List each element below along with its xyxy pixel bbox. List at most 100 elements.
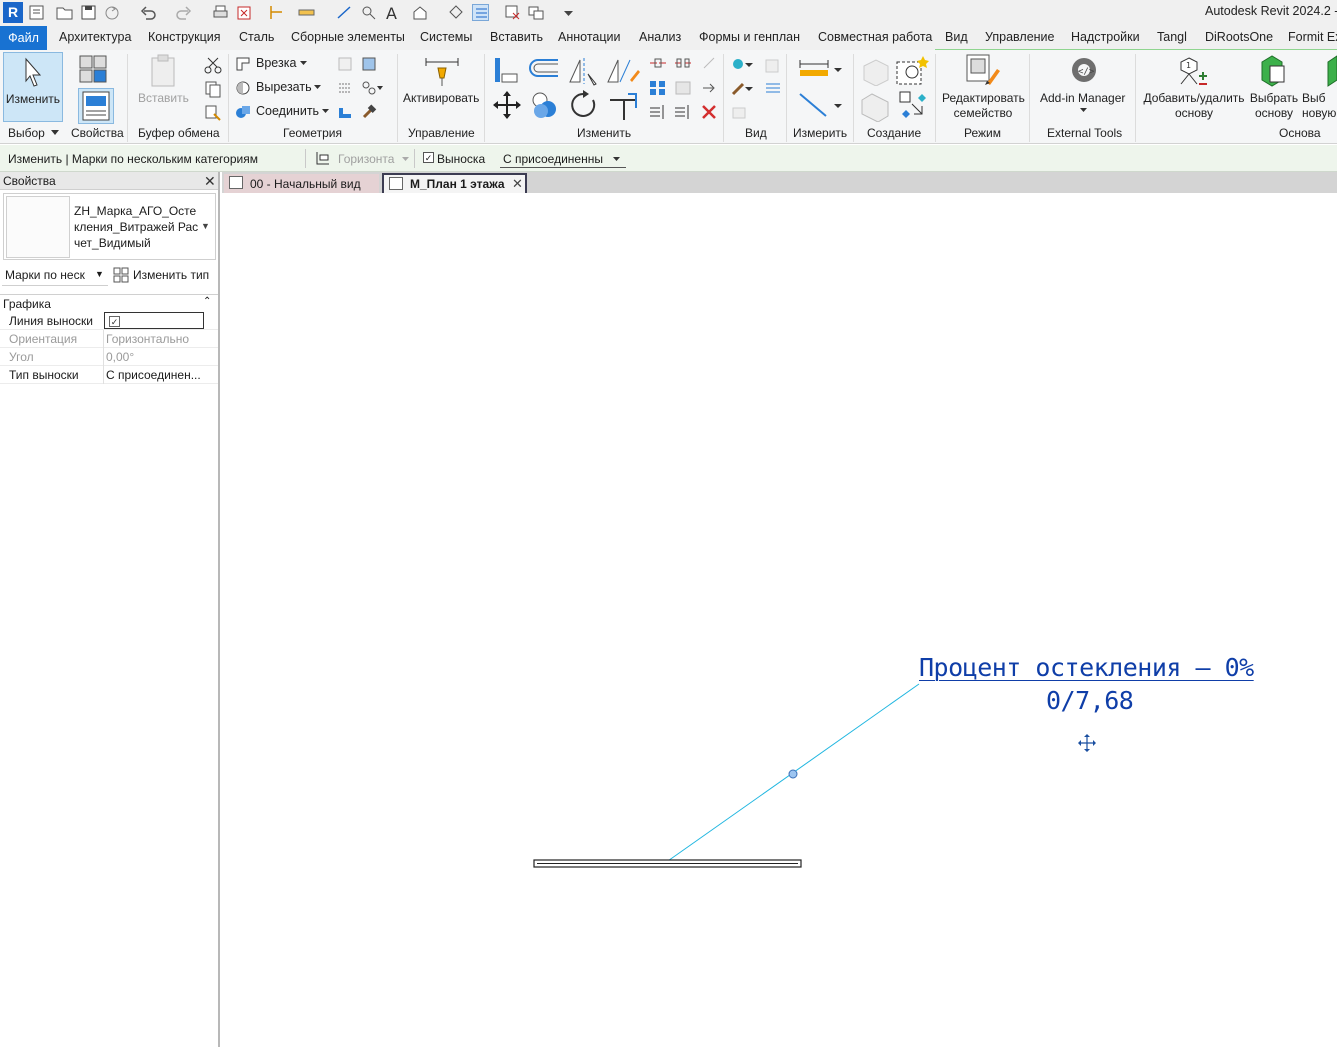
wall-joins-icon[interactable] [337, 56, 353, 72]
join-label[interactable]: Соединить [256, 104, 319, 118]
move-grip-icon[interactable] [1078, 734, 1096, 752]
linework-icon[interactable] [731, 80, 753, 98]
create-parts-icon[interactable] [858, 92, 892, 122]
attachment-select[interactable]: С присоединенны [503, 152, 603, 166]
sync-icon[interactable] [104, 4, 121, 21]
tag-label-glazing-percent[interactable]: Процент остекления – 0% [919, 653, 1254, 682]
type-dropdown-icon[interactable]: ▼ [201, 221, 210, 231]
type-selector[interactable]: ZH_Марка_АГО_Остекления_Витражей Расчет_… [3, 193, 216, 260]
offset-icon[interactable] [528, 58, 562, 82]
tab-manage[interactable]: Управление [985, 30, 1055, 44]
section-icon[interactable] [448, 4, 465, 21]
redo-icon[interactable] [175, 4, 192, 21]
tab-view[interactable]: Вид [945, 30, 968, 44]
switch-windows-icon[interactable] [528, 4, 545, 21]
tab-annotate[interactable]: Аннотации [558, 30, 620, 44]
measure-line-icon[interactable] [798, 90, 842, 120]
properties-button[interactable] [78, 88, 114, 124]
home-3d-icon[interactable] [412, 4, 429, 21]
tag-orientation-icon[interactable] [315, 151, 330, 165]
cut-dropdown-icon[interactable] [314, 85, 321, 89]
undo-icon[interactable] [140, 4, 157, 21]
tab-precast[interactable]: Сборные элементы [291, 30, 405, 44]
copy-element-icon[interactable] [530, 90, 562, 120]
tab-massing-site[interactable]: Формы и генплан [699, 30, 800, 44]
open-icon[interactable] [56, 4, 73, 21]
orientation-select[interactable]: Горизонта [338, 152, 394, 166]
copy-icon[interactable] [204, 80, 222, 98]
trim-icon[interactable] [649, 104, 667, 120]
orientation-dropdown-icon[interactable] [402, 157, 409, 161]
unpin-icon[interactable] [700, 56, 718, 70]
pin-icon[interactable] [700, 80, 718, 96]
addin-manager-icon[interactable]: </> [1068, 54, 1100, 86]
array-icon[interactable] [649, 80, 667, 96]
split-face-icon[interactable] [337, 80, 353, 96]
tab-file[interactable]: Файл [0, 26, 47, 50]
cope-icon[interactable] [235, 56, 251, 72]
close-icon[interactable]: ✕ [204, 173, 216, 190]
panel-select-label[interactable]: Выбор [8, 126, 45, 140]
customize-icon[interactable] [560, 4, 577, 21]
measure-distance-icon[interactable] [798, 58, 842, 80]
tab-tangl[interactable]: Tangl [1157, 30, 1187, 44]
create-assembly-icon[interactable] [860, 56, 892, 86]
cope-label[interactable]: Врезка [256, 56, 296, 70]
match-properties-icon[interactable] [204, 104, 222, 122]
tab-architecture[interactable]: Архитектура [59, 30, 131, 44]
create-group-icon[interactable] [895, 54, 931, 88]
join-dropdown-icon[interactable] [322, 109, 329, 113]
tab-insert[interactable]: Вставить [490, 30, 543, 44]
drawing-area[interactable]: Процент остекления – 0% 0/7,68 [222, 193, 1337, 1047]
tab-structure[interactable]: Конструкция [148, 30, 221, 44]
cut-icon[interactable] [204, 56, 222, 74]
rotate-icon[interactable] [569, 90, 599, 120]
close-view-icon[interactable] [236, 4, 253, 21]
revit-logo-icon[interactable]: R [3, 2, 23, 23]
filter-lines-icon[interactable] [764, 80, 782, 98]
tab-floor-plan[interactable]: М_План 1 этажа ✕ [382, 173, 527, 193]
group-graphics[interactable]: Графика ⌃ [0, 294, 218, 312]
tab-analyze[interactable]: Анализ [639, 30, 681, 44]
type-properties-icon[interactable] [78, 54, 112, 86]
text-icon[interactable]: A [384, 4, 401, 21]
override-graphics-icon[interactable] [731, 56, 753, 74]
tab-formit[interactable]: Formit Ex [1288, 30, 1337, 44]
view-hide-icon[interactable] [764, 56, 782, 74]
remove-paint-icon[interactable] [337, 104, 353, 120]
measure-icon[interactable] [298, 4, 315, 21]
trim-extend-icon[interactable] [606, 90, 640, 122]
paint-icon[interactable] [361, 56, 377, 72]
extend-icon[interactable] [674, 104, 692, 120]
align-icon[interactable] [493, 56, 519, 84]
property-value[interactable]: С присоединен... [106, 368, 201, 382]
tab-steel[interactable]: Сталь [239, 30, 274, 44]
mirror-axis-icon[interactable] [568, 56, 600, 86]
pick-host-icon[interactable] [1256, 54, 1290, 88]
split-icon[interactable] [649, 56, 667, 70]
mirror-draw-icon[interactable] [606, 56, 640, 86]
edit-family-icon[interactable] [965, 53, 1001, 87]
pick-new-host-icon[interactable] [1322, 54, 1337, 88]
print-icon[interactable] [212, 4, 229, 21]
close-icon[interactable]: ✕ [512, 176, 523, 192]
cut-geometry-icon[interactable] [235, 80, 251, 96]
tab-dirootsone[interactable]: DiRootsOne [1205, 30, 1273, 44]
tab-collaborate[interactable]: Совместная работа [818, 30, 932, 44]
leader-line-checkbox[interactable]: ✓ [109, 316, 120, 327]
tab-addins[interactable]: Надстройки [1071, 30, 1140, 44]
demolish-icon[interactable] [361, 80, 383, 96]
paste-icon[interactable] [148, 54, 180, 88]
addin-manager-dropdown-icon[interactable] [1080, 108, 1087, 112]
add-remove-host-icon[interactable]: 1 [1175, 54, 1211, 88]
recent-files-icon[interactable] [28, 4, 45, 21]
thin-lines-icon[interactable] [472, 4, 489, 21]
create-similar-icon[interactable] [898, 90, 930, 122]
activate-dimensions-icon[interactable] [422, 54, 462, 88]
move-icon[interactable] [492, 90, 522, 120]
tag-label-area-ratio[interactable]: 0/7,68 [1046, 686, 1134, 715]
text-search-icon[interactable] [360, 4, 377, 21]
leader-checkbox[interactable]: ✓ [423, 152, 434, 163]
align-dim-icon[interactable] [268, 4, 285, 21]
property-value-cell[interactable]: ✓ [104, 312, 204, 329]
